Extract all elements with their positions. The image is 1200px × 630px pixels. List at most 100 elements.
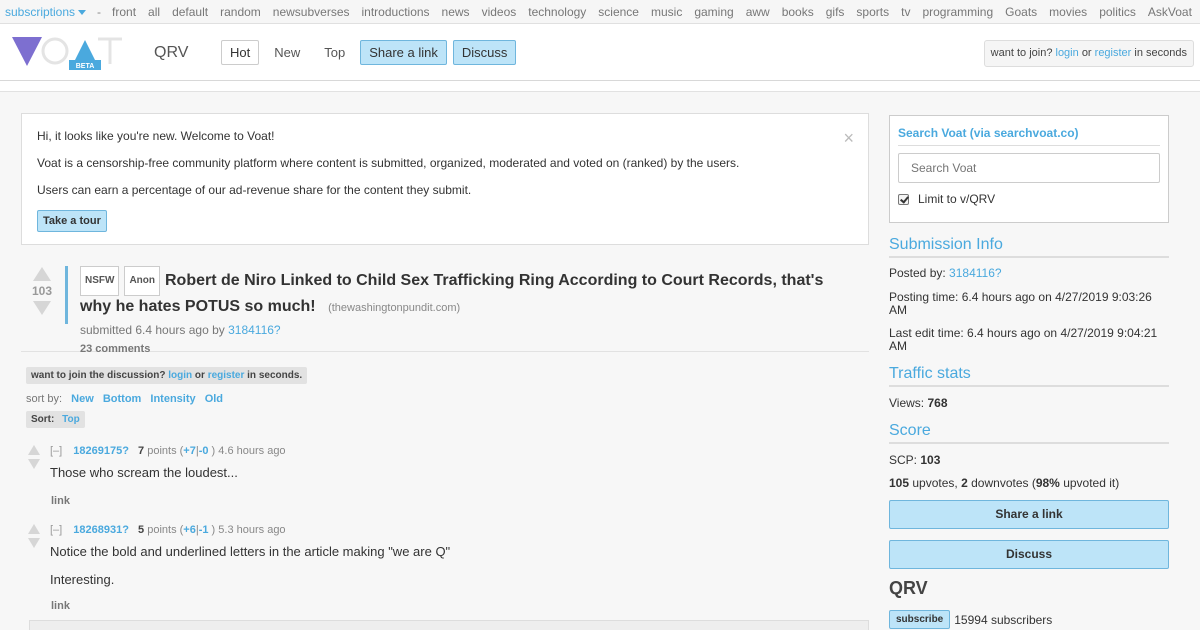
domain-link[interactable]: thewashingtonpundit.com xyxy=(332,302,457,314)
separator: - xyxy=(97,4,102,19)
submission-content: NSFW Anon Robert de Niro Linked to Child S… xyxy=(80,266,850,355)
subverse-link-default[interactable]: default xyxy=(172,5,208,19)
upvote-arrow-icon[interactable] xyxy=(28,524,40,534)
collapse-toggle[interactable]: [–] xyxy=(50,524,62,536)
comment-permalink[interactable]: link xyxy=(51,495,70,507)
comment-author[interactable]: 18269175? xyxy=(73,445,129,457)
downvote-arrow-icon[interactable] xyxy=(28,459,40,469)
nsfw-tag: NSFW xyxy=(80,266,120,296)
scp-label: SCP: xyxy=(889,453,918,467)
downvotes-word: downvotes ( xyxy=(971,476,1036,490)
subverse-link-science[interactable]: science xyxy=(598,5,639,19)
voat-logo[interactable]: BETA xyxy=(10,34,125,74)
subscribe-row: subscribe 15994 subscribers xyxy=(889,610,1052,629)
subverse-link-music[interactable]: music xyxy=(651,5,682,19)
search-input[interactable] xyxy=(898,153,1160,183)
subscriptions-dropdown[interactable]: subscriptions xyxy=(5,4,87,19)
subverse-link-videos[interactable]: videos xyxy=(482,5,517,19)
comment-text: Interesting. xyxy=(50,572,115,587)
comment-permalink[interactable]: link xyxy=(51,600,70,612)
traffic-stats-heading: Traffic stats xyxy=(889,365,1169,387)
sort-by-bar: sort by: New Bottom Intensity Old xyxy=(26,393,223,405)
sort-intensity[interactable]: Intensity xyxy=(150,393,195,405)
discuss-button[interactable]: Discuss xyxy=(452,40,517,65)
current-sort-value[interactable]: Top xyxy=(62,414,80,425)
posted-by: Posted by: 3184116? xyxy=(889,267,1169,280)
subverse-link-all[interactable]: all xyxy=(148,5,160,19)
welcome-line-3: Users can earn a percentage of our ad-re… xyxy=(37,183,472,197)
sidebar-share-link-button[interactable]: Share a link xyxy=(889,500,1169,529)
comment-author[interactable]: 18268931? xyxy=(73,524,129,536)
comment-points: 7 xyxy=(138,445,145,457)
upvote-arrow-icon[interactable] xyxy=(28,445,40,455)
posted-by-link[interactable]: 3184116? xyxy=(949,266,1002,280)
sidebar-discuss-button[interactable]: Discuss xyxy=(889,540,1169,569)
subscribe-button[interactable]: subscribe xyxy=(889,610,951,629)
comment-text: Those who scream the loudest... xyxy=(50,465,238,480)
share-link-button[interactable]: Share a link xyxy=(360,40,447,65)
submission: 103 NSFW Anon Robert de Niro Linked to Chi… xyxy=(21,262,869,355)
join-discussion-or: or xyxy=(194,370,205,381)
downvote-arrow-icon[interactable] xyxy=(28,538,40,548)
limit-row: Limit to v/QRV xyxy=(898,192,1160,206)
tab-new[interactable]: New xyxy=(265,40,309,65)
subverse-link-askvoat[interactable]: AskVoat xyxy=(1148,5,1192,19)
limit-checkbox[interactable] xyxy=(898,193,909,205)
comment-points: 5 xyxy=(138,524,145,536)
subverse-link-random[interactable]: random xyxy=(220,5,261,19)
downvote-arrow-icon[interactable] xyxy=(33,301,51,315)
subverse-link-politics[interactable]: politics xyxy=(1099,5,1136,19)
main-content: × Hi, it looks like you're new. Welcome … xyxy=(0,91,1200,630)
close-icon[interactable]: × xyxy=(843,128,854,149)
anon-tag: Anon xyxy=(124,266,160,296)
subverse-link-books[interactable]: books xyxy=(782,5,814,19)
comment-body: Notice the bold and underlined letters i… xyxy=(50,544,450,600)
comment-header: [–] 18269175? 7 points (+7|-0 ) 4.6 hour… xyxy=(50,445,286,457)
subverse-link-news[interactable]: news xyxy=(442,5,470,19)
sidebar-subverse-name[interactable]: QRV xyxy=(889,578,928,599)
sort-new[interactable]: New xyxy=(71,393,94,405)
subverse-link-aww[interactable]: aww xyxy=(746,5,770,19)
subscriptions-label: subscriptions xyxy=(5,4,76,19)
comment: [–] 18268931? 5 points (+6|-1 ) 5.3 hour… xyxy=(26,524,866,620)
tab-hot[interactable]: Hot xyxy=(221,40,260,65)
subverse-link-goats[interactable]: Goats xyxy=(1005,5,1037,19)
subverse-link-gifs[interactable]: gifs xyxy=(826,5,845,19)
take-tour-button[interactable]: Take a tour xyxy=(37,210,107,232)
subverse-links: front all default random newsubverses introdu… xyxy=(106,5,1200,19)
discussion-register-link[interactable]: register xyxy=(208,370,245,381)
subverse-link-sports[interactable]: sports xyxy=(856,5,889,19)
subverse-link-programming[interactable]: programming xyxy=(922,5,993,19)
submission-accent-bar xyxy=(65,266,68,324)
subverse-link-movies[interactable]: movies xyxy=(1049,5,1087,19)
discussion-login-link[interactable]: login xyxy=(168,370,192,381)
sort-old[interactable]: Old xyxy=(205,393,223,405)
points-close: ) xyxy=(211,524,216,536)
upvote-arrow-icon[interactable] xyxy=(33,267,51,281)
subverse-link-newsubverses[interactable]: newsubverses xyxy=(273,5,350,19)
comment-body: Those who scream the loudest... xyxy=(50,465,238,493)
register-link[interactable]: register xyxy=(1095,47,1132,59)
search-title[interactable]: Search Voat (via searchvoat.co) xyxy=(898,126,1160,146)
subverse-link-technology[interactable]: technology xyxy=(528,5,586,19)
sort-bottom[interactable]: Bottom xyxy=(103,393,142,405)
subverse-link-tv[interactable]: tv xyxy=(901,5,910,19)
join-discussion-suffix: in seconds. xyxy=(247,370,303,381)
posted-by-label: Posted by: xyxy=(889,266,946,280)
limit-label: Limit to v/QRV xyxy=(918,192,996,206)
subverse-link-front[interactable]: front xyxy=(112,5,136,19)
subverse-link-gaming[interactable]: gaming xyxy=(694,5,733,19)
author-link[interactable]: 3184116? xyxy=(228,323,281,337)
comments-link[interactable]: 23 comments xyxy=(80,343,850,355)
chevron-down-icon xyxy=(78,9,87,15)
submission-score: 103 xyxy=(31,284,53,298)
upvotes-word: upvotes, xyxy=(912,476,958,490)
subverse-name[interactable]: QRV xyxy=(154,44,188,62)
tab-top[interactable]: Top xyxy=(315,40,354,65)
join-discussion-prefix: want to join the discussion? xyxy=(31,370,166,381)
subverse-link-introductions[interactable]: introductions xyxy=(362,5,430,19)
login-link[interactable]: login xyxy=(1056,47,1079,59)
comment-vote xyxy=(28,524,42,548)
submission-domain: (thewashingtonpundit.com) xyxy=(328,302,461,314)
collapse-toggle[interactable]: [–] xyxy=(50,445,62,457)
